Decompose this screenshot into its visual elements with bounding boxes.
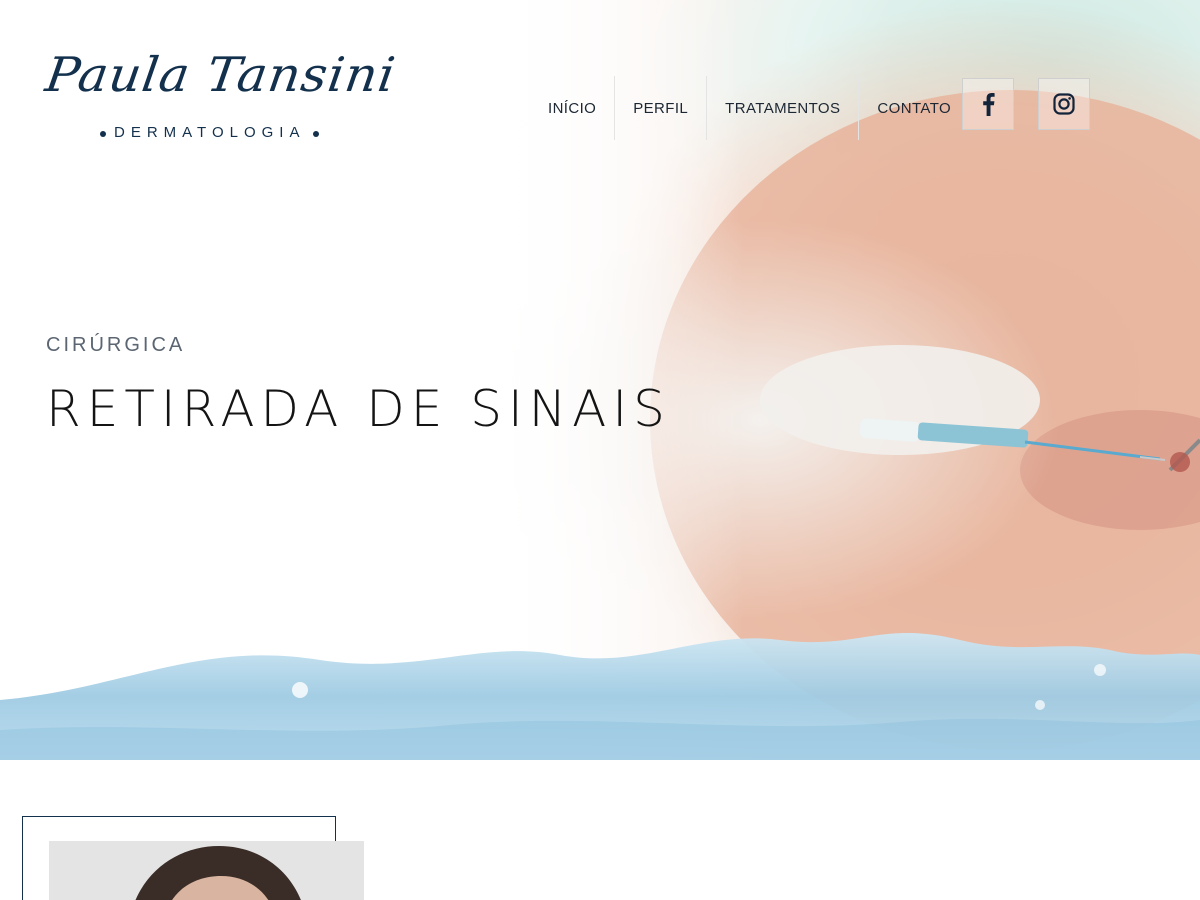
- hero-kicker: CIRÚRGICA: [46, 334, 186, 356]
- nav-item-perfil[interactable]: PERFIL: [615, 76, 708, 140]
- facebook-button[interactable]: [962, 78, 1014, 130]
- hero-title: RETIRADA DE SINAIS: [46, 380, 671, 438]
- logo-subtitle: DERMATOLOGIA: [114, 124, 306, 141]
- instagram-icon: [1053, 93, 1075, 115]
- nav-item-inicio[interactable]: INÍCIO: [530, 76, 616, 140]
- logo-dot-left: [100, 131, 106, 137]
- nav-item-contato[interactable]: CONTATO: [859, 76, 969, 140]
- facebook-icon: [983, 93, 995, 116]
- main-nav: INÍCIO PERFIL TRATAMENTOS CONTATO: [530, 76, 969, 140]
- portrait-image: [49, 841, 364, 900]
- site-logo[interactable]: Paula Tansini DERMATOLOGIA: [42, 47, 399, 150]
- logo-dot-right: [313, 131, 319, 137]
- profile-photo: [49, 841, 364, 900]
- logo-script: Paula Tansini: [42, 47, 400, 103]
- instagram-button[interactable]: [1038, 78, 1090, 130]
- nav-item-tratamentos[interactable]: TRATAMENTOS: [707, 76, 860, 140]
